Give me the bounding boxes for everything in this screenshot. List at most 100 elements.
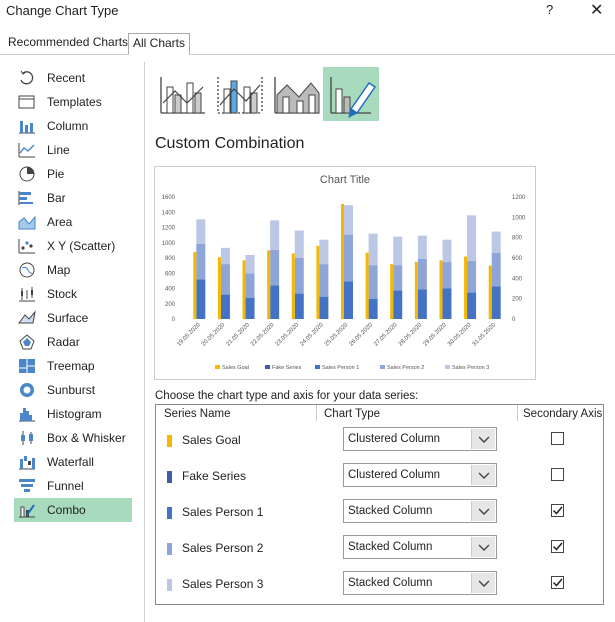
sidebar-item-box-whisker[interactable]: Box & Whisker [14,426,132,450]
stacked-bar-segment [393,265,403,291]
sidebar-item-label: Line [47,143,70,157]
x-tick-label: 23.05.2020 [275,322,301,348]
x-tick-label: 19.05.2020 [176,322,202,348]
dropdown-button[interactable] [471,537,495,557]
secondary-axis-checkbox[interactable] [551,576,564,589]
stacked-bar-segment [442,239,452,263]
pie-chart-icon [19,166,35,182]
section-title: Custom Combination [155,135,305,152]
dropdown-button[interactable] [471,501,495,521]
series-name-header: Series Name [164,408,231,420]
stacked-area-column-subtype[interactable] [269,67,325,121]
chart-type-dropdown[interactable]: Stacked Column [343,571,497,595]
sidebar-item-recent[interactable]: Recent [14,66,132,90]
sidebar-item-label: Stock [47,287,78,301]
series-color-swatch [167,579,172,591]
sales-goal-bar [316,245,320,319]
chart-type-dropdown[interactable]: Stacked Column [343,535,497,559]
legend-label: Sales Person 2 [387,365,424,371]
sidebar-item-label: Treemap [47,359,95,373]
y-left-tick-label: 400 [165,287,176,293]
chart-type-dropdown[interactable]: Stacked Column [343,499,497,523]
y-right-tick-label: 600 [512,256,523,262]
secondary-axis-checkbox[interactable] [551,468,564,481]
stacked-bar-segment [417,259,427,290]
sales-goal-bar [488,265,492,319]
sidebar-item-scatter[interactable]: X Y (Scatter) [14,234,132,258]
stacked-bar-segment [319,264,329,297]
sidebar-item-label: Combo [47,503,86,517]
sunburst-chart-icon [20,383,34,397]
clustered-column-line-secondary-icon [217,77,263,114]
sidebar-item-column[interactable]: Column [14,114,132,138]
scatter-chart-icon [18,239,35,254]
sidebar-item-histogram[interactable]: Histogram [14,402,132,426]
x-tick-label: 21.05.2020 [225,322,251,348]
sidebar-item-label: Histogram [47,407,102,421]
sidebar-item-templates[interactable]: Templates [14,90,132,114]
sidebar-item-map[interactable]: Map [14,258,132,282]
title-bar: Change Chart Type ? ✕ [0,0,615,24]
sidebar-item-label: Bar [47,191,66,205]
chart-title: Chart Title [320,174,370,186]
chart-preview: Chart Title 0 200 400 600 800 1000 1200 1400 1600… [154,166,536,380]
secondary-axis-checkbox[interactable] [551,432,564,445]
sidebar-item-pie[interactable]: Pie [14,162,132,186]
series-name: Fake Series [182,469,247,483]
stacked-bar-segment [442,262,452,289]
y-right-tick-label: 1200 [512,195,526,201]
x-tick-label: 24.05.2020 [299,322,325,348]
sidebar-item-surface[interactable]: Surface [14,306,132,330]
chart-type-dropdown[interactable]: Clustered Column [343,427,497,451]
stacked-bar-segment [270,220,280,250]
tab-recommended-charts[interactable]: Recommended Charts [4,33,132,54]
series-name: Sales Person 3 [182,577,264,591]
tab-strip: Recommended Charts All Charts [0,33,615,55]
line-chart-icon [18,143,35,158]
chart-type-value: Stacked Column [348,541,433,553]
tab-all-charts[interactable]: All Charts [128,33,191,55]
sidebar-item-bar[interactable]: Bar [14,186,132,210]
dropdown-button[interactable] [471,465,495,485]
treemap-chart-icon [19,359,35,373]
sidebar-item-combo[interactable]: Combo [14,498,132,522]
secondary-axis-checkbox[interactable] [551,540,564,553]
sidebar-item-treemap[interactable]: Treemap [14,354,132,378]
stacked-bar-segment [417,235,427,260]
custom-combination-icon [330,77,377,118]
sales-goal-bar [291,253,295,319]
sidebar-item-sunburst[interactable]: Sunburst [14,378,132,402]
sidebar-item-label: Pie [47,167,65,181]
chart-type-value: Stacked Column [348,577,433,589]
sidebar-item-label: Radar [47,335,80,349]
sidebar-item-stock[interactable]: Stock [14,282,132,306]
series-row: Sales Person 3 Stacked Column [156,571,605,607]
sidebar-item-area[interactable]: Area [14,210,132,234]
y-right-tick-label: 1000 [512,215,526,221]
sales-goal-bar [267,250,271,319]
stacked-bar-segment [196,279,206,319]
dropdown-button[interactable] [471,573,495,593]
combo-chart: Chart Title 0 200 400 600 800 1000 1200 1400 1600… [162,174,526,371]
sidebar-item-waterfall[interactable]: Waterfall [14,450,132,474]
series-table: Series Name Chart Type Secondary Axis Sa… [155,404,604,605]
clustered-column-line-secondary-subtype[interactable] [212,67,268,121]
secondary-axis-checkbox[interactable] [551,504,564,517]
sidebar-item-radar[interactable]: Radar [14,330,132,354]
legend-swatch [215,365,220,369]
series-color-swatch [167,507,172,519]
sidebar-item-funnel[interactable]: Funnel [14,474,132,498]
sales-goal-bar [464,256,468,319]
close-button[interactable]: ✕ [590,0,603,20]
secondary-axis-header: Secondary Axis [523,408,603,420]
stock-chart-icon [19,287,35,302]
dropdown-button[interactable] [471,429,495,449]
series-name: Sales Person 1 [182,505,264,519]
y-left-tick-label: 800 [165,256,176,262]
sidebar-item-line[interactable]: Line [14,138,132,162]
clustered-column-line-subtype[interactable] [155,67,211,121]
custom-combination-subtype[interactable] [323,67,379,121]
sales-goal-bar [414,261,418,319]
chart-type-dropdown[interactable]: Clustered Column [343,463,497,487]
help-button[interactable]: ? [546,2,553,17]
